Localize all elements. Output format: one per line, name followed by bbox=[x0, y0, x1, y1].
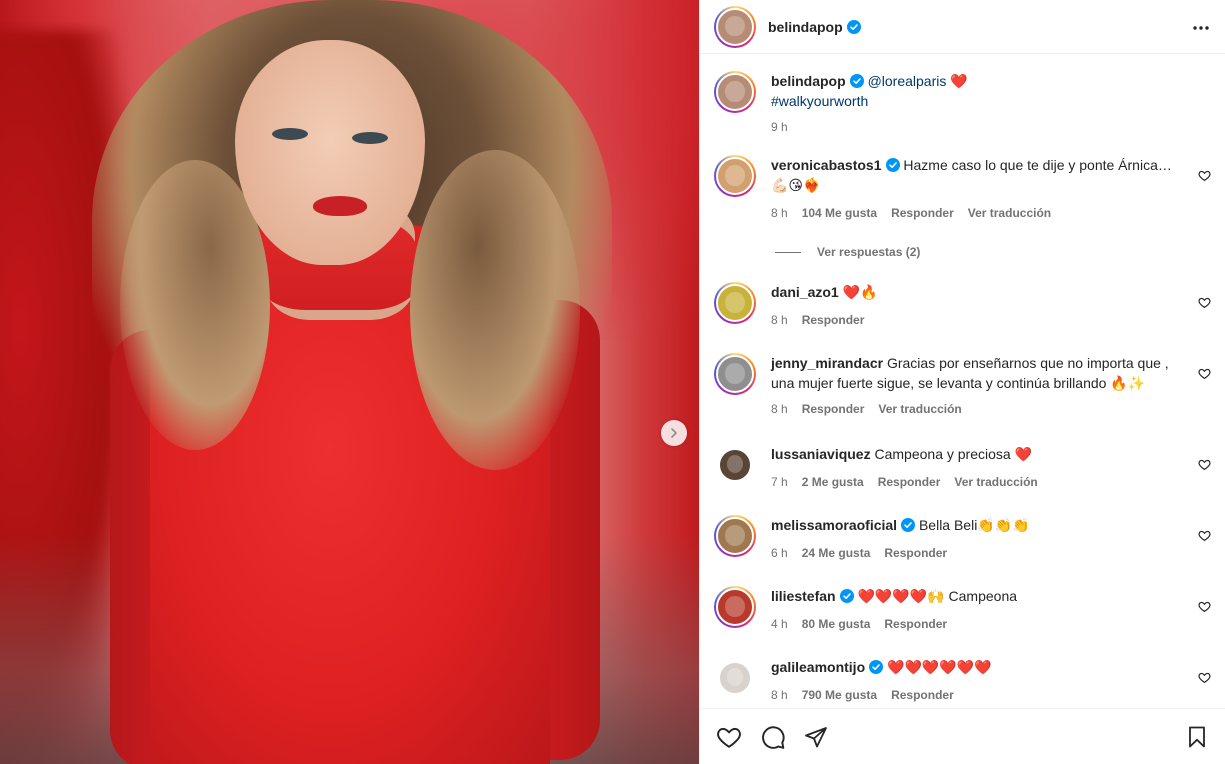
reply-button[interactable]: Responder bbox=[802, 399, 865, 419]
comment-username[interactable]: dani_azo1 bbox=[771, 284, 839, 300]
heart-icon[interactable] bbox=[1198, 296, 1211, 309]
mention-link[interactable]: @lorealparis bbox=[868, 73, 947, 89]
likes-count[interactable]: 104 Me gusta bbox=[802, 203, 877, 223]
comments-list[interactable]: belindapop @lorealparis ❤️ #walkyourwort… bbox=[700, 55, 1225, 708]
likes-count[interactable]: 80 Me gusta bbox=[802, 614, 871, 634]
comment-item: jenny_mirandacr Gracias por enseñarnos q… bbox=[714, 353, 1211, 419]
heart-icon[interactable] bbox=[1198, 458, 1211, 471]
comment-time[interactable]: 8 h bbox=[771, 203, 788, 223]
model-face bbox=[235, 40, 425, 265]
comment-text: Hazme caso lo que te dije y ponte Árnica… bbox=[903, 157, 1172, 173]
commenter-avatar[interactable] bbox=[714, 444, 756, 486]
heart-icon[interactable] bbox=[1198, 367, 1211, 380]
comment-text: ❤️🔥 bbox=[842, 284, 878, 300]
comment-time[interactable]: 6 h bbox=[771, 543, 788, 563]
translate-button[interactable]: Ver traducción bbox=[954, 472, 1037, 492]
model-lips bbox=[313, 196, 367, 216]
comment-username[interactable]: jenny_mirandacr bbox=[771, 355, 883, 371]
replies-divider bbox=[775, 251, 801, 253]
save-button[interactable] bbox=[1185, 725, 1209, 749]
likes-count[interactable]: 2 Me gusta bbox=[802, 472, 864, 492]
commenter-avatar[interactable] bbox=[714, 282, 756, 324]
view-replies-label: Ver respuestas (2) bbox=[817, 245, 921, 259]
comment-text: Gracias por enseñarnos que no importa qu… bbox=[886, 355, 1169, 371]
heart-icon[interactable] bbox=[1198, 169, 1211, 182]
author-avatar[interactable] bbox=[714, 71, 756, 113]
likes-count[interactable]: 790 Me gusta bbox=[802, 685, 877, 705]
post-header: belindapop bbox=[700, 0, 1225, 54]
verified-badge-icon bbox=[901, 518, 916, 532]
view-replies-button[interactable]: Ver respuestas (2) bbox=[775, 245, 920, 259]
comment-item: galileamontijo ❤️❤️❤️❤️❤️❤️ 8 h 790 Me g… bbox=[714, 657, 1211, 705]
like-button[interactable] bbox=[716, 724, 742, 750]
caption: belindapop @lorealparis ❤️ #walkyourwort… bbox=[714, 71, 1211, 137]
reply-button[interactable]: Responder bbox=[802, 310, 865, 330]
commenter-avatar[interactable] bbox=[714, 353, 756, 395]
likes-count[interactable]: 24 Me gusta bbox=[802, 543, 871, 563]
verified-badge-icon bbox=[869, 660, 884, 674]
comment-time[interactable]: 4 h bbox=[771, 614, 788, 634]
commenter-avatar[interactable] bbox=[714, 586, 756, 628]
reply-button[interactable]: Responder bbox=[891, 685, 954, 705]
comment-time[interactable]: 7 h bbox=[771, 472, 788, 492]
commenter-avatar[interactable] bbox=[714, 515, 756, 557]
comment-item: lussaniaviquez Campeona y preciosa ❤️ 7 … bbox=[714, 444, 1211, 492]
translate-button[interactable]: Ver traducción bbox=[878, 399, 961, 419]
comment-username[interactable]: veronicabastos1 bbox=[771, 157, 882, 173]
verified-badge-icon bbox=[839, 589, 854, 603]
comment-text: ❤️❤️❤️❤️🙌 Campeona bbox=[857, 588, 1018, 604]
comment-text: ❤️❤️❤️❤️❤️❤️ bbox=[887, 659, 992, 675]
verified-badge-icon bbox=[849, 74, 864, 88]
post-image[interactable] bbox=[0, 0, 699, 764]
more-horizontal-icon[interactable] bbox=[1191, 18, 1211, 38]
heart-icon[interactable] bbox=[1198, 671, 1211, 684]
comment-icon bbox=[762, 725, 785, 749]
translate-button[interactable]: Ver traducción bbox=[968, 203, 1051, 223]
comment-time[interactable]: 8 h bbox=[771, 685, 788, 705]
heart-icon[interactable] bbox=[1198, 529, 1211, 542]
comment-text: Bella Beli👏👏👏 bbox=[918, 517, 1030, 533]
comment-item: veronicabastos1 Hazme caso lo que te dij… bbox=[714, 155, 1211, 223]
hashtag-link[interactable]: #walkyourworth bbox=[771, 93, 868, 109]
reply-button[interactable]: Responder bbox=[884, 543, 947, 563]
comment-text: Campeona y preciosa ❤️ bbox=[874, 446, 1032, 462]
commenter-avatar[interactable] bbox=[714, 155, 756, 197]
comment-username[interactable]: lussaniaviquez bbox=[771, 446, 871, 462]
comment-item: liliestefan ❤️❤️❤️❤️🙌 Campeona 4 h 80 Me… bbox=[714, 586, 1211, 634]
comment-username[interactable]: liliestefan bbox=[771, 588, 836, 604]
heart-icon[interactable] bbox=[1198, 600, 1211, 613]
verified-badge-icon bbox=[846, 19, 861, 34]
caption-emoji: ❤️ bbox=[950, 73, 968, 89]
commenter-avatar[interactable] bbox=[714, 657, 756, 699]
post-actions-bar bbox=[700, 708, 1225, 764]
comment-username[interactable]: melissamoraoficial bbox=[771, 517, 897, 533]
caption-username[interactable]: belindapop bbox=[771, 73, 846, 89]
comment-time[interactable]: 8 h bbox=[771, 399, 788, 419]
caption-time[interactable]: 9 h bbox=[771, 117, 788, 137]
author-username[interactable]: belindapop bbox=[768, 19, 843, 35]
reply-button[interactable]: Responder bbox=[891, 203, 954, 223]
reply-button[interactable]: Responder bbox=[884, 614, 947, 634]
comment-username[interactable]: galileamontijo bbox=[771, 659, 865, 675]
heart-icon bbox=[717, 727, 741, 748]
reply-button[interactable]: Responder bbox=[878, 472, 941, 492]
comment-text-continued: una mujer fuerte sigue, se levanta y con… bbox=[771, 375, 1146, 391]
author-avatar[interactable] bbox=[714, 5, 756, 48]
comment-text-emoji: 💪🏻😘❤️‍🔥 bbox=[771, 177, 821, 193]
post-sidebar: belindapop belindapop @lorealparis ❤️ #w… bbox=[699, 0, 1225, 764]
next-image-button[interactable] bbox=[661, 420, 687, 446]
verified-badge-icon bbox=[885, 158, 900, 172]
comment-button[interactable] bbox=[760, 724, 786, 750]
chevron-right-icon bbox=[671, 428, 677, 438]
send-icon bbox=[805, 726, 827, 747]
comment-item: dani_azo1 ❤️🔥 8 h Responder bbox=[714, 282, 1211, 330]
comment-item: melissamoraoficial Bella Beli👏👏👏 6 h 24 … bbox=[714, 515, 1211, 563]
model-eye-right bbox=[352, 132, 388, 144]
model-eye-left bbox=[272, 128, 308, 140]
share-button[interactable] bbox=[804, 725, 828, 749]
bookmark-icon bbox=[1189, 726, 1205, 747]
comment-time[interactable]: 8 h bbox=[771, 310, 788, 330]
model-hair-right bbox=[410, 150, 580, 470]
